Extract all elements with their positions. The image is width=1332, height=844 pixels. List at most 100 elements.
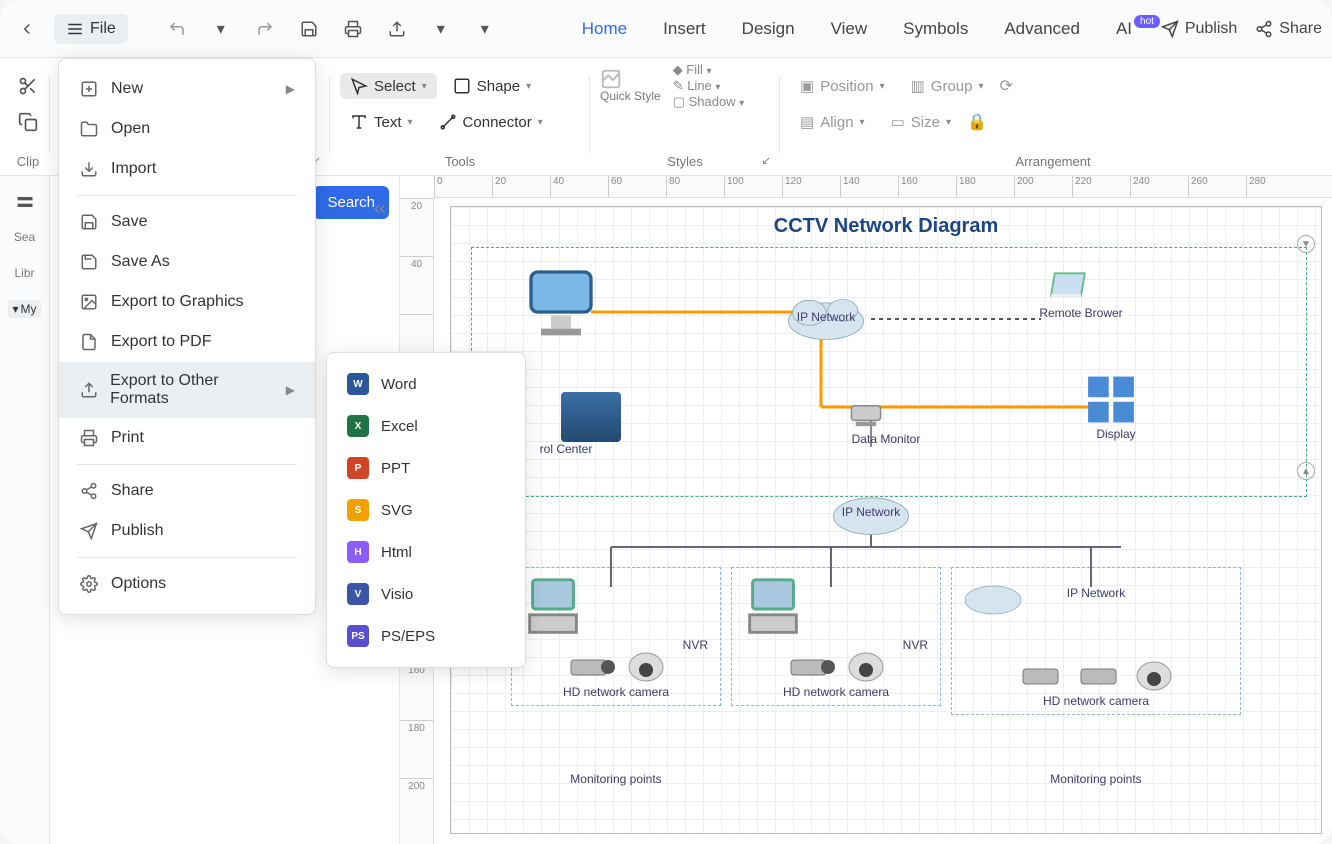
file-menu-options[interactable]: Options	[59, 564, 315, 604]
file-menu-save-as[interactable]: Save As	[59, 242, 315, 282]
file-menu-export-to-graphics[interactable]: Export to Graphics	[59, 282, 315, 322]
export-format-pseps[interactable]: PSPS/EPS	[327, 615, 525, 657]
ip-network-node-middle[interactable]: IP Network	[826, 487, 916, 537]
tab-view[interactable]: View	[831, 19, 868, 39]
svg-icon: S	[347, 499, 369, 521]
file-menu: New▶OpenImport SaveSave AsExport to Graph…	[58, 58, 316, 615]
quick-style-button[interactable]: Quick Style	[600, 68, 661, 103]
position-button[interactable]: ▣ Position▾	[790, 73, 895, 99]
export-icon	[79, 380, 98, 400]
saveas-icon	[79, 252, 99, 272]
file-menu-label: File	[90, 20, 116, 38]
fill-button[interactable]: ◆ Fill ▾	[673, 62, 745, 78]
undo-dropdown[interactable]: ▾	[204, 12, 238, 46]
connector-tool-button[interactable]: Connector▾	[429, 109, 553, 135]
group-tools-label: Tools	[445, 154, 475, 171]
file-menu-new[interactable]: New▶	[59, 69, 315, 109]
monitoring-label-3: Monitoring points	[951, 772, 1241, 786]
pdf-icon	[79, 332, 99, 352]
display-node[interactable]: Display	[1076, 372, 1156, 441]
tab-home[interactable]: Home	[582, 19, 627, 39]
group-arrangement-label: Arrangement	[1015, 154, 1090, 171]
ps/eps-icon: PS	[347, 625, 369, 647]
copy-icon[interactable]	[18, 112, 38, 132]
export-dropdown[interactable]: ▾	[424, 12, 458, 46]
scroll-down-marker[interactable]: ▼	[1297, 235, 1315, 253]
file-menu-save[interactable]: Save	[59, 202, 315, 242]
chevron-right-icon: ▶	[286, 383, 295, 397]
file-menu-export-to-other-formats[interactable]: Export to Other Formats▶	[59, 362, 315, 418]
export-format-svg[interactable]: SSVG	[327, 489, 525, 531]
print-button[interactable]	[336, 12, 370, 46]
publish-icon	[79, 521, 99, 541]
group-styles-label: Styles	[667, 154, 702, 171]
control-center-node[interactable]: rol Center	[521, 262, 611, 456]
main-tabs: Home Insert Design View Symbols Advanced…	[582, 19, 1158, 39]
tab-insert[interactable]: Insert	[663, 19, 706, 39]
align-button2[interactable]: ▤ Align▾	[790, 109, 875, 135]
export-format-excel[interactable]: XExcel	[327, 405, 525, 447]
shape-tool-button[interactable]: Shape▾	[443, 73, 541, 99]
line-button[interactable]: ✎ Line ▾	[673, 78, 745, 94]
share-icon	[79, 481, 99, 501]
back-button[interactable]	[10, 12, 44, 46]
file-menu-import[interactable]: Import	[59, 149, 315, 189]
scroll-up-marker[interactable]: ▲	[1297, 462, 1315, 480]
more-dropdown[interactable]: ▾	[468, 12, 502, 46]
undo-button[interactable]	[160, 12, 194, 46]
chevron-right-icon: ▶	[286, 82, 295, 96]
monitoring-group-3[interactable]: IP Network HD network camera	[951, 567, 1241, 715]
group-button[interactable]: ▥ Group▾	[901, 73, 994, 99]
redo-button[interactable]	[248, 12, 282, 46]
ppt-icon: P	[347, 457, 369, 479]
tab-symbols[interactable]: Symbols	[903, 19, 968, 39]
share-button[interactable]: Share	[1255, 20, 1322, 38]
file-menu-export-to-pdf[interactable]: Export to PDF	[59, 322, 315, 362]
hot-badge: hot	[1134, 15, 1160, 28]
print-icon	[79, 428, 99, 448]
cut-icon[interactable]	[18, 76, 38, 96]
monitoring-group-1[interactable]: NVR HD network camera	[511, 567, 721, 706]
monitoring-label-1: Monitoring points	[511, 772, 721, 786]
export-format-visio[interactable]: VVisio	[327, 573, 525, 615]
save-button[interactable]	[292, 12, 326, 46]
size-button[interactable]: ▭ Size▾	[881, 109, 961, 135]
collapse-panel-button[interactable]	[371, 200, 389, 218]
file-menu-share[interactable]: Share	[59, 471, 315, 511]
group-clipboard-label: Clip	[17, 154, 39, 171]
titlebar: File ▾ ▾ ▾ Home Insert D	[0, 0, 1332, 58]
folder-icon	[79, 119, 99, 139]
lock-icon[interactable]: 🔒	[967, 112, 987, 132]
canvas[interactable]: 020406080100120140160180200220240260280 …	[400, 176, 1332, 844]
export-format-html[interactable]: HHtml	[327, 531, 525, 573]
text-tool-button[interactable]: Text▾	[340, 109, 423, 135]
file-menu-button[interactable]: File	[54, 14, 128, 44]
remote-browser-node[interactable]: Remote Brower	[1031, 262, 1131, 320]
save-icon	[79, 212, 99, 232]
file-menu-publish[interactable]: Publish	[59, 511, 315, 551]
tab-advanced[interactable]: Advanced	[1004, 19, 1080, 39]
export-button[interactable]	[380, 12, 414, 46]
dialog-launcher-icon[interactable]	[762, 153, 774, 165]
export-format-word[interactable]: WWord	[327, 363, 525, 405]
file-menu-print[interactable]: Print	[59, 418, 315, 458]
file-menu-open[interactable]: Open	[59, 109, 315, 149]
ip-network-node-top[interactable]: IP Network	[781, 292, 871, 342]
image-icon	[79, 292, 99, 312]
shadow-button[interactable]: ▢ Shadow ▾	[673, 94, 745, 110]
word-icon: W	[347, 373, 369, 395]
publish-button[interactable]: Publish	[1161, 20, 1237, 38]
data-monitor-node[interactable]: Data Monitor	[841, 397, 931, 446]
vertical-toolbar: Sea Libr ▾ My	[0, 176, 50, 844]
select-tool-button[interactable]: Select▾	[340, 73, 437, 99]
rotate-icon[interactable]: ⟳	[1000, 76, 1013, 96]
tab-design[interactable]: Design	[742, 19, 795, 39]
horizontal-ruler: 020406080100120140160180200220240260280	[434, 176, 1332, 198]
tab-ai[interactable]: AIhot	[1116, 19, 1158, 39]
excel-icon: X	[347, 415, 369, 437]
export-format-ppt[interactable]: PPPT	[327, 447, 525, 489]
layers-icon[interactable]	[9, 186, 41, 218]
page[interactable]: CCTV Network Diagram	[450, 206, 1322, 834]
monitoring-group-2[interactable]: NVR HD network camera	[731, 567, 941, 706]
my-library-item[interactable]: ▾ My	[8, 300, 40, 318]
